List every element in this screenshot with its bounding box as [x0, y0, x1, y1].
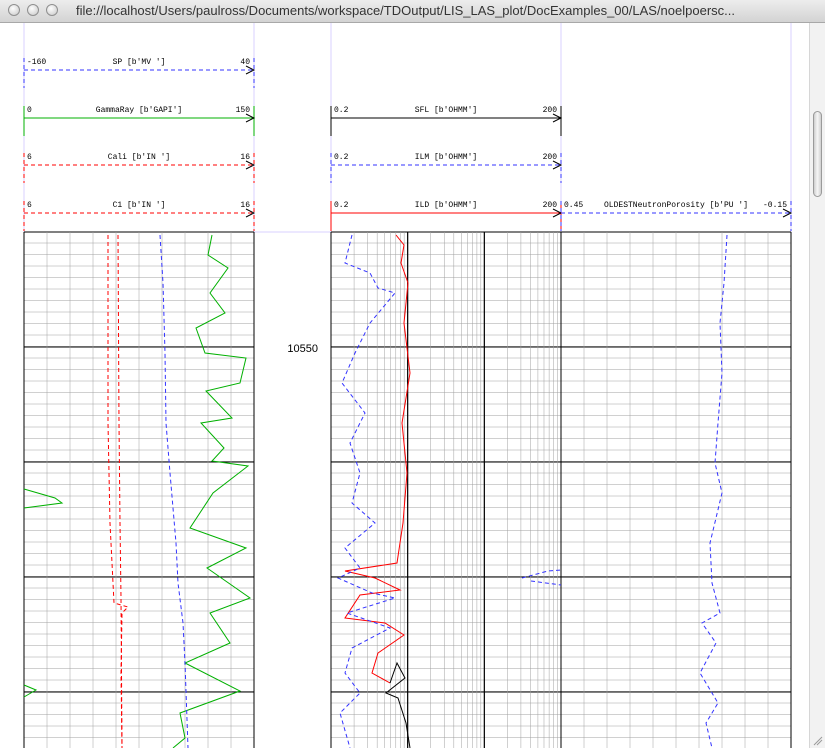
log-plot-viewport: -160 SP [b'MV '] 40 0 GammaRay [b'GAPI'] 150 6…: [0, 23, 825, 748]
curve-header-name: Cali [b'IN ']: [108, 153, 170, 162]
curve-header-right-value: 150: [236, 106, 251, 115]
curve-sfl: [385, 661, 411, 748]
curve-header-right-value: 200: [543, 201, 558, 210]
curve-header-name: OLDESTNeutronPorosity [b'PU ']: [604, 201, 748, 210]
curve-header-left-value: 0.45: [564, 201, 583, 210]
curve-header-left-value: -160: [27, 58, 46, 67]
curve-header-right-value: -0.15: [763, 201, 787, 210]
curve-header-name: ILM [b'OHMM']: [415, 153, 477, 162]
curve-header-left-value: 0.2: [334, 106, 349, 115]
curve-header: 0.45 OLDESTNeutronPorosity [b'PU '] -0.15: [560, 201, 793, 231]
close-button-icon[interactable]: [8, 4, 20, 16]
scrollbar-thumb[interactable]: [813, 111, 822, 197]
curve-header: -160 SP [b'MV '] 40: [23, 58, 256, 88]
window-titlebar: file://localhost/Users/paulross/Document…: [0, 0, 825, 23]
zoom-button-icon[interactable]: [46, 4, 58, 16]
curve-header-left-value: 6: [27, 201, 32, 210]
curve-header-right-value: 200: [543, 153, 558, 162]
curve-header: 0.2 SFL [b'OHMM'] 200: [330, 106, 563, 136]
curve-header-name: C1 [b'IN ']: [113, 201, 166, 210]
curve-header: 6 Cali [b'IN '] 16: [23, 153, 256, 183]
curve-header: 0.2 ILD [b'OHMM'] 200: [330, 201, 563, 231]
depth-label: 10550: [287, 343, 318, 355]
curve-header: 0.2 ILM [b'OHMM'] 200: [330, 153, 563, 183]
curve-header-name: GammaRay [b'GAPI']: [96, 106, 182, 115]
minimize-button-icon[interactable]: [27, 4, 39, 16]
curve-header-name: SFL [b'OHMM']: [415, 106, 477, 115]
curve-header-left-value: 0: [27, 106, 32, 115]
curve-header: 0 GammaRay [b'GAPI'] 150: [23, 106, 256, 136]
curve-header-right-value: 200: [543, 106, 558, 115]
curve-header-right-value: 16: [240, 201, 250, 210]
curve-header-right-value: 40: [240, 58, 250, 67]
address-bar[interactable]: file://localhost/Users/paulross/Document…: [76, 3, 735, 18]
curve-ilm-segment: [530, 580, 562, 586]
curve-gammaray-segment: [23, 684, 38, 698]
resize-grip-icon[interactable]: [813, 736, 823, 746]
curve-header-right-value: 16: [240, 153, 250, 162]
curve-header-left-value: 0.2: [334, 201, 349, 210]
curve-header: 6 C1 [b'IN '] 16: [23, 201, 256, 231]
well-log-plot: -160 SP [b'MV '] 40 0 GammaRay [b'GAPI'] 150 6…: [23, 23, 793, 748]
curve-header-left-value: 6: [27, 153, 32, 162]
curve-gammaray-segment: [23, 488, 64, 509]
curve-header-name: SP [b'MV ']: [113, 58, 166, 67]
curve-header-name: ILD [b'OHMM']: [415, 201, 477, 210]
curve-header-left-value: 0.2: [334, 153, 349, 162]
vertical-scrollbar[interactable]: [809, 23, 825, 748]
